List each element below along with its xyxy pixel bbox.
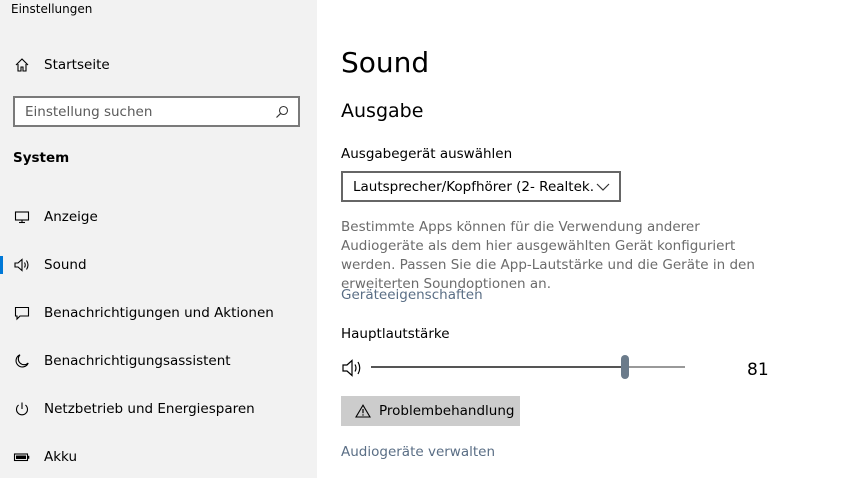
device-properties-link[interactable]: Geräteeigenschaften bbox=[341, 287, 483, 303]
volume-slider-fill bbox=[371, 366, 626, 368]
speaker-icon bbox=[12, 255, 32, 275]
sidebar-item-power[interactable]: Netzbetrieb und Energiesparen bbox=[0, 391, 317, 427]
volume-slider-thumb[interactable] bbox=[621, 355, 630, 379]
output-device-dropdown[interactable]: Lautsprecher/Kopfhörer (2- Realtek... bbox=[341, 171, 621, 202]
main-content: Sound Ausgabe Ausgabegerät auswählen Lau… bbox=[317, 0, 851, 478]
moon-icon bbox=[12, 351, 32, 371]
volume-slider-track[interactable] bbox=[371, 366, 685, 368]
sidebar-item-label: Benachrichtigungsassistent bbox=[44, 353, 231, 369]
power-icon bbox=[12, 399, 32, 419]
sidebar-item-label: Netzbetrieb und Energiesparen bbox=[44, 401, 255, 417]
troubleshoot-label: Problembehandlung bbox=[379, 403, 515, 419]
sidebar: Einstellungen Startseite System Anzeige … bbox=[0, 0, 317, 478]
chevron-down-icon bbox=[594, 183, 613, 191]
output-heading: Ausgabe bbox=[341, 100, 424, 122]
sidebar-item-sound[interactable]: Sound bbox=[0, 247, 317, 283]
monitor-icon bbox=[12, 207, 32, 227]
home-icon bbox=[12, 55, 32, 75]
section-heading: System bbox=[13, 150, 70, 166]
sidebar-item-anzeige[interactable]: Anzeige bbox=[0, 199, 317, 235]
troubleshoot-button[interactable]: Problembehandlung bbox=[341, 396, 520, 426]
sidebar-item-label: Akku bbox=[44, 449, 78, 465]
manage-audio-devices-link[interactable]: Audiogeräte verwalten bbox=[341, 444, 495, 460]
sidebar-item-focus-assist[interactable]: Benachrichtigungsassistent bbox=[0, 343, 317, 379]
search-icon[interactable] bbox=[270, 105, 294, 119]
notification-icon bbox=[12, 303, 32, 323]
output-device-label: Ausgabegerät auswählen bbox=[341, 146, 513, 162]
output-description: Bestimmte Apps können für die Verwendung… bbox=[341, 219, 755, 292]
window-title: Einstellungen bbox=[11, 2, 93, 16]
sidebar-item-home[interactable]: Startseite bbox=[0, 47, 317, 83]
sidebar-home-label: Startseite bbox=[44, 57, 110, 73]
page-title: Sound bbox=[341, 46, 430, 79]
volume-icon[interactable] bbox=[341, 358, 365, 382]
warning-icon bbox=[355, 404, 371, 418]
sidebar-item-label: Anzeige bbox=[44, 209, 98, 225]
sidebar-item-label: Benachrichtigungen und Aktionen bbox=[44, 305, 274, 321]
volume-value: 81 bbox=[747, 360, 769, 380]
master-volume-row: 81 bbox=[341, 354, 781, 382]
battery-icon bbox=[12, 447, 32, 467]
search-input[interactable] bbox=[15, 97, 270, 126]
sidebar-item-battery[interactable]: Akku bbox=[0, 439, 317, 475]
sidebar-item-notifications[interactable]: Benachrichtigungen und Aktionen bbox=[0, 295, 317, 331]
sidebar-item-label: Sound bbox=[44, 257, 87, 273]
output-device-value: Lautsprecher/Kopfhörer (2- Realtek... bbox=[353, 178, 594, 195]
master-volume-label: Hauptlautstärke bbox=[341, 326, 450, 342]
search-box bbox=[13, 96, 300, 127]
